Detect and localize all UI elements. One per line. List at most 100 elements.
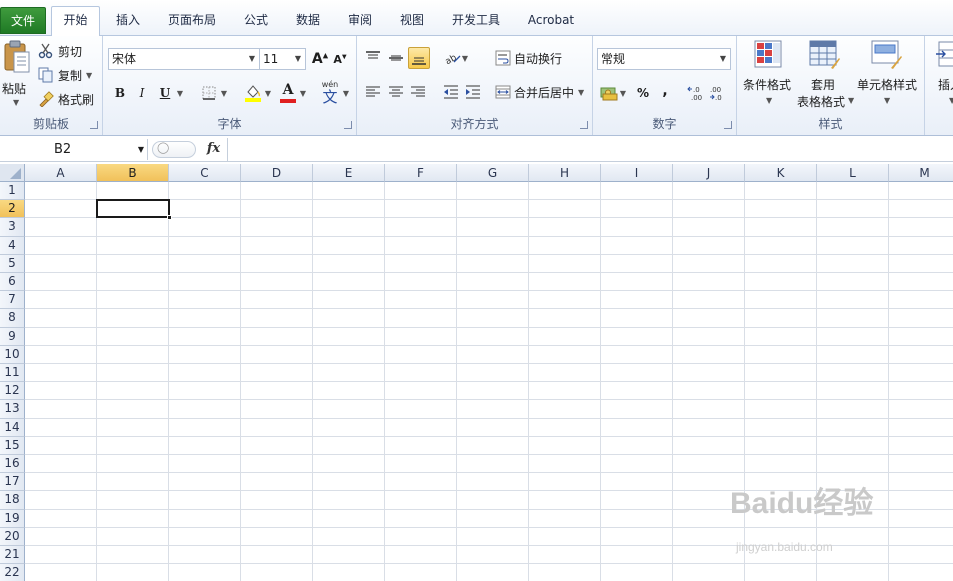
merge-center-button[interactable]: 合并后居中 ▼ (495, 82, 584, 102)
align-top-button[interactable] (363, 48, 383, 68)
row-header-13[interactable]: 13 (0, 400, 25, 419)
format-as-table-dropdown-icon[interactable]: ▼ (848, 96, 854, 105)
row-header-4[interactable]: 4 (0, 236, 25, 255)
row-header-14[interactable]: 14 (0, 418, 25, 437)
underline-dropdown-icon[interactable]: ▼ (175, 84, 185, 102)
border-dropdown-icon[interactable]: ▼ (219, 84, 229, 102)
shrink-font-button[interactable]: A▼ (331, 50, 349, 68)
row-header-21[interactable]: 21 (0, 546, 25, 565)
fill-handle[interactable] (167, 215, 172, 221)
tab-data[interactable]: 数据 (286, 8, 330, 36)
bold-button[interactable]: B (111, 84, 129, 102)
cell-styles-button[interactable]: 单元格样式 ▼ (857, 40, 921, 110)
format-as-table-button[interactable]: 套用 表格格式 ▼ (795, 40, 857, 110)
row-header-11[interactable]: 11 (0, 364, 25, 383)
align-center-button[interactable] (386, 82, 406, 102)
tab-insert[interactable]: 插入 (106, 8, 150, 36)
tab-formulas[interactable]: 公式 (234, 8, 278, 36)
increase-decimal-button[interactable]: .0 .00 (687, 83, 707, 103)
tab-file[interactable]: 文件 (0, 7, 46, 34)
row-header-1[interactable]: 1 (0, 182, 25, 201)
orientation-dropdown-icon[interactable]: ▼ (461, 49, 469, 67)
column-header-l[interactable]: L (817, 164, 889, 182)
column-header-j[interactable]: J (673, 164, 745, 182)
font-size-combo[interactable]: 11 ▼ (259, 48, 306, 70)
row-header-9[interactable]: 9 (0, 327, 25, 346)
number-format-dropdown-icon[interactable]: ▼ (720, 49, 726, 69)
row-header-5[interactable]: 5 (0, 254, 25, 273)
column-header-i[interactable]: I (601, 164, 673, 182)
orientation-button[interactable]: ab (443, 48, 463, 68)
row-header-6[interactable]: 6 (0, 273, 25, 292)
border-button[interactable] (200, 84, 218, 102)
font-name-combo[interactable]: 宋体 ▼ (108, 48, 260, 70)
tab-view[interactable]: 视图 (390, 8, 434, 36)
cut-button[interactable]: 剪切 (38, 42, 82, 60)
phonetic-button[interactable]: wén 文 (319, 80, 341, 106)
insert-function-button[interactable]: fx (200, 138, 228, 161)
conditional-formatting-dropdown-icon[interactable]: ▼ (766, 96, 772, 105)
tab-acrobat[interactable]: Acrobat (518, 8, 584, 36)
tab-page-layout[interactable]: 页面布局 (158, 8, 226, 36)
alignment-launcher-icon[interactable] (580, 121, 588, 129)
column-header-c[interactable]: C (169, 164, 241, 182)
name-box[interactable]: B2 ▼ (0, 139, 148, 160)
column-header-g[interactable]: G (457, 164, 529, 182)
wrap-text-button[interactable]: 自动换行 (495, 48, 562, 68)
font-color-button[interactable]: A (278, 82, 298, 104)
row-header-18[interactable]: 18 (0, 491, 25, 510)
accounting-format-button[interactable] (599, 83, 619, 103)
formula-input[interactable] (229, 139, 953, 160)
row-header-7[interactable]: 7 (0, 291, 25, 310)
copy-dropdown-icon[interactable]: ▼ (86, 71, 92, 80)
number-format-combo[interactable]: 常规 ▼ (597, 48, 731, 70)
tab-developer[interactable]: 开发工具 (442, 8, 510, 36)
row-header-17[interactable]: 17 (0, 473, 25, 492)
column-header-a[interactable]: A (25, 164, 97, 182)
cell-styles-dropdown-icon[interactable]: ▼ (884, 96, 890, 105)
align-bottom-button[interactable] (408, 47, 430, 69)
phonetic-dropdown-icon[interactable]: ▼ (341, 84, 351, 102)
select-all-button[interactable] (0, 164, 25, 182)
font-name-dropdown-icon[interactable]: ▼ (249, 49, 255, 69)
row-header-2[interactable]: 2 (0, 200, 25, 219)
grow-font-button[interactable]: A▲ (311, 50, 329, 68)
row-header-20[interactable]: 20 (0, 527, 25, 546)
column-header-b[interactable]: B (97, 164, 169, 182)
row-header-12[interactable]: 12 (0, 382, 25, 401)
row-header-3[interactable]: 3 (0, 218, 25, 237)
conditional-formatting-button[interactable]: 条件格式 ▼ (741, 40, 795, 110)
italic-button[interactable]: I (133, 84, 151, 102)
tab-review[interactable]: 审阅 (338, 8, 382, 36)
column-header-e[interactable]: E (313, 164, 385, 182)
formula-bar-splitter[interactable]: ◯ (152, 141, 196, 158)
name-box-dropdown-icon[interactable]: ▼ (138, 139, 144, 160)
fill-color-dropdown-icon[interactable]: ▼ (263, 84, 273, 102)
column-header-d[interactable]: D (241, 164, 313, 182)
row-header-16[interactable]: 16 (0, 455, 25, 474)
row-header-8[interactable]: 8 (0, 309, 25, 328)
column-header-m[interactable]: M (889, 164, 953, 182)
copy-button[interactable]: 复制 ▼ (38, 66, 92, 84)
format-painter-button[interactable]: 格式刷 (38, 90, 94, 108)
accounting-dropdown-icon[interactable]: ▼ (619, 84, 627, 102)
column-header-h[interactable]: H (529, 164, 601, 182)
merge-center-dropdown-icon[interactable]: ▼ (578, 88, 584, 97)
fill-color-button[interactable] (243, 82, 263, 104)
row-header-15[interactable]: 15 (0, 436, 25, 455)
paste-button[interactable]: 粘贴 ▼ (2, 40, 32, 107)
insert-cells-dropdown-icon[interactable]: ▼ (949, 96, 953, 105)
number-launcher-icon[interactable] (724, 121, 732, 129)
column-header-k[interactable]: K (745, 164, 817, 182)
percent-button[interactable]: % (633, 83, 653, 103)
font-size-dropdown-icon[interactable]: ▼ (295, 49, 301, 69)
paste-dropdown-icon[interactable]: ▼ (13, 98, 19, 107)
underline-button[interactable]: U (156, 84, 174, 102)
comma-style-button[interactable]: , (657, 81, 673, 101)
row-header-10[interactable]: 10 (0, 345, 25, 364)
decrease-decimal-icon-button[interactable]: .00 .0 (709, 83, 729, 103)
align-left-button[interactable] (363, 82, 383, 102)
align-middle-button[interactable] (386, 48, 406, 68)
font-launcher-icon[interactable] (344, 121, 352, 129)
column-header-f[interactable]: F (385, 164, 457, 182)
